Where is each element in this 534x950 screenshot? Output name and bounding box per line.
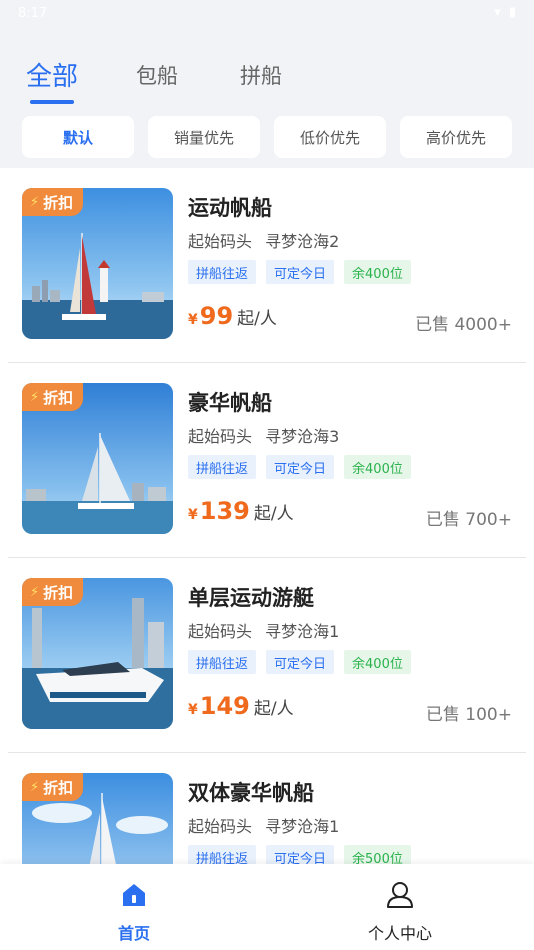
product-image: ⚡ 折扣	[22, 383, 173, 534]
price-unit: 起/人	[253, 504, 294, 524]
currency-symbol: ¥	[188, 507, 198, 523]
product-card[interactable]: ⚡ 折扣 双体豪华帆船 起始码头 寻梦沧海1 拼船往返 可定今日 余500位	[0, 753, 534, 864]
lightning-icon: ⚡	[30, 779, 40, 795]
tag-seats-left: 余400位	[344, 455, 411, 479]
product-tags: 拼船往返 可定今日 余400位	[188, 650, 411, 674]
price-value: 149	[199, 692, 250, 720]
product-route: 起始码头 寻梦沧海1	[188, 622, 340, 641]
tag-seats-left: 余400位	[344, 650, 411, 674]
product-tags: 拼船往返 可定今日 余500位	[188, 845, 411, 864]
status-time: 8:17	[18, 6, 48, 21]
tag-shared-round-trip: 拼船往返	[188, 845, 257, 864]
discount-badge: ⚡ 折扣	[22, 383, 84, 411]
product-route: 起始码头 寻梦沧海2	[188, 232, 340, 251]
discount-badge: ⚡ 折扣	[22, 578, 84, 606]
tag-seats-left: 余500位	[344, 845, 411, 864]
lightning-icon: ⚡	[30, 584, 40, 600]
status-bar: 8:17 ▾ ▮	[0, 0, 534, 28]
bottom-navigation: 首页 个人中心	[0, 864, 534, 950]
nav-home[interactable]: 首页	[74, 880, 194, 944]
category-tabs: 全部 包船 拼船	[0, 56, 534, 106]
nav-profile[interactable]: 个人中心	[340, 880, 460, 944]
price-value: 99	[199, 302, 234, 330]
product-card[interactable]: ⚡ 折扣 豪华帆船 起始码头 寻梦沧海3 拼船往返 可定今日 余400位 ¥ 1…	[0, 363, 534, 558]
sold-count: 已售 700+	[425, 510, 512, 530]
product-route: 起始码头 寻梦沧海3	[188, 427, 340, 446]
sort-default-button[interactable]: 默认	[22, 116, 134, 158]
tag-seats-left: 余400位	[344, 260, 411, 284]
nav-profile-label: 个人中心	[367, 924, 432, 943]
nav-home-label: 首页	[117, 924, 150, 943]
home-icon	[123, 884, 145, 906]
discount-badge: ⚡ 折扣	[22, 773, 84, 801]
product-title: 双体豪华帆船	[188, 781, 314, 805]
tag-book-today: 可定今日	[266, 845, 335, 864]
sold-count: 已售 100+	[425, 705, 512, 725]
price-unit: 起/人	[237, 309, 277, 329]
price-row: ¥ 139 起/人	[188, 497, 294, 525]
sold-count: 已售 4000+	[415, 315, 512, 335]
sort-price-low-button[interactable]: 低价优先	[274, 116, 386, 158]
status-icons: ▾ ▮	[494, 5, 518, 20]
price-unit: 起/人	[253, 699, 294, 719]
discount-badge: ⚡ 折扣	[22, 188, 84, 216]
user-icon	[387, 882, 413, 908]
sort-price-high-button[interactable]: 高价优先	[400, 116, 512, 158]
product-route: 起始码头 寻梦沧海1	[188, 817, 340, 836]
tag-shared-round-trip: 拼船往返	[188, 260, 257, 284]
product-title: 运动帆船	[188, 196, 272, 220]
tag-book-today: 可定今日	[266, 260, 335, 284]
product-card[interactable]: ⚡ 折扣 运动帆船 起始码头 寻梦沧海2 拼船往返 可定今日 余400位 ¥ 9…	[0, 168, 534, 363]
sort-sales-button[interactable]: 销量优先	[148, 116, 260, 158]
tag-shared-round-trip: 拼船往返	[188, 455, 257, 479]
price-value: 139	[199, 497, 250, 525]
product-image: ⚡ 折扣	[22, 773, 173, 864]
lightning-icon: ⚡	[30, 194, 40, 210]
product-image: ⚡ 折扣	[22, 188, 173, 339]
lightning-icon: ⚡	[30, 389, 40, 405]
tab-all[interactable]: 全部	[26, 56, 78, 93]
product-tags: 拼船往返 可定今日 余400位	[188, 455, 411, 479]
active-tab-indicator	[30, 100, 74, 104]
product-card[interactable]: ⚡ 折扣 单层运动游艇 起始码头 寻梦沧海1 拼船往返 可定今日 余400位 ¥…	[0, 558, 534, 753]
sort-options: 默认 销量优先 低价优先 高价优先	[0, 116, 534, 160]
currency-symbol: ¥	[188, 312, 198, 328]
tab-charter[interactable]: 包船	[136, 60, 178, 90]
currency-symbol: ¥	[188, 702, 198, 718]
header-area: 8:17 ▾ ▮ 全部 包船 拼船 默认 销量优先 低价优先 高价优先	[0, 0, 534, 168]
price-row: ¥ 149 起/人	[188, 692, 294, 720]
tag-book-today: 可定今日	[266, 455, 335, 479]
price-row: ¥ 99 起/人	[188, 302, 277, 330]
tag-shared-round-trip: 拼船往返	[188, 650, 257, 674]
product-title: 单层运动游艇	[188, 586, 314, 610]
product-list: ⚡ 折扣 运动帆船 起始码头 寻梦沧海2 拼船往返 可定今日 余400位 ¥ 9…	[0, 168, 534, 864]
tag-book-today: 可定今日	[266, 650, 335, 674]
product-title: 豪华帆船	[188, 391, 272, 415]
product-tags: 拼船往返 可定今日 余400位	[188, 260, 411, 284]
product-image: ⚡ 折扣	[22, 578, 173, 729]
tab-shared[interactable]: 拼船	[240, 60, 282, 90]
